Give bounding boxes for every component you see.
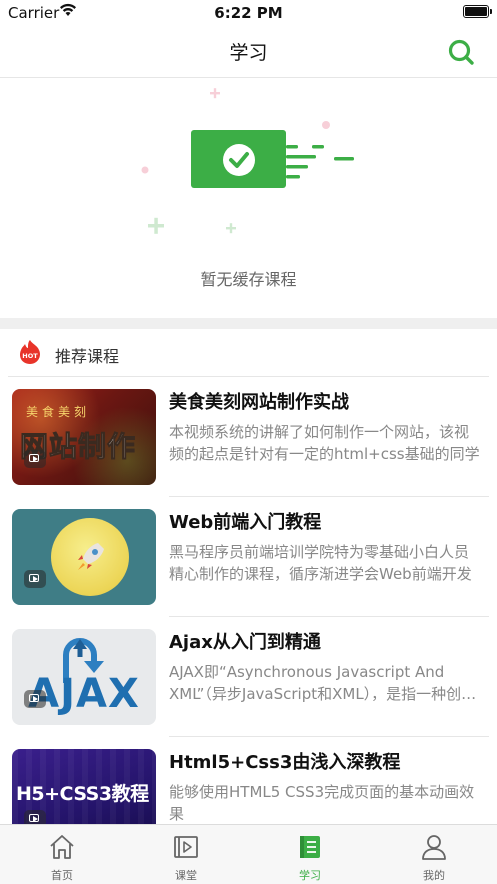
thumb-headline: H5+CSS3教程 [16, 783, 149, 805]
tab-bar: 首页 课堂 学习 我的 [0, 824, 497, 884]
hot-badge-icon: HOT [20, 340, 40, 364]
rocket-icon [78, 543, 104, 570]
course-item[interactable]: Web前端入门教程 黑马程序员前端培训学院特为零基础小白人员精心制作的课程，循序… [0, 497, 497, 617]
course-description: 本视频系统的讲解了如何制作一个网站，该视频的起点是针对有一定的html+css基… [169, 423, 480, 463]
navigation-bar: 学习 [0, 26, 497, 78]
course-item[interactable]: AJAX Ajax从入门到精通 AJAX即“Asynchronous Javas… [0, 617, 497, 737]
course-thumbnail: AJAX [12, 629, 156, 725]
empty-cache-illustration [141, 88, 354, 234]
course-title: 美食美刻网站制作实战 [169, 392, 349, 413]
search-icon[interactable] [447, 38, 475, 66]
thumb-caption: 美食美刻 [26, 405, 91, 419]
course-description: 黑马程序员前端培训学院特为零基础小白人员精心制作的课程，循序渐进学会Web前端开… [169, 543, 472, 583]
clock-time: 6:22 PM [214, 4, 283, 22]
play-icon [24, 450, 46, 468]
home-icon [50, 835, 74, 859]
hot-badge-text: HOT [22, 352, 38, 360]
book-icon [300, 836, 320, 858]
empty-state: 暂无缓存课程 [0, 78, 497, 318]
tab-label: 我的 [423, 869, 445, 882]
course-item[interactable]: 美食美刻 网站制作 美食美刻网站制作实战 本视频系统的讲解了如何制作一个网站，该… [0, 377, 497, 497]
user-icon [422, 835, 446, 860]
tab-label: 首页 [51, 869, 73, 882]
course-title: Web前端入门教程 [169, 512, 322, 533]
tab-home[interactable]: 首页 [0, 825, 124, 884]
tab-study[interactable]: 学习 [248, 825, 372, 884]
recommended-header: HOT 推荐课程 [0, 329, 497, 376]
section-divider [0, 318, 497, 329]
course-description: 能够使用HTML5 CSS3完成页面的基本动画效果 [169, 783, 475, 823]
play-icon [24, 690, 46, 708]
course-title: Html5+Css3由浅入深教程 [169, 752, 401, 773]
play-icon [24, 570, 46, 588]
page-title: 学习 [229, 42, 268, 64]
tab-label: 学习 [299, 869, 321, 882]
status-bar: Carrier 6:22 PM [0, 0, 497, 26]
empty-state-message: 暂无缓存课程 [200, 270, 297, 289]
course-title: Ajax从入门到精通 [169, 632, 321, 653]
battery-icon [463, 5, 492, 18]
tab-classroom[interactable]: 课堂 [124, 825, 248, 884]
tab-label: 课堂 [175, 869, 197, 882]
course-thumbnail [12, 509, 156, 605]
recommended-title: 推荐课程 [55, 347, 120, 366]
course-description: AJAX即“Asynchronous Javascript And XML”（异… [169, 663, 477, 703]
course-thumbnail: 美食美刻 网站制作 [12, 389, 156, 485]
video-icon [174, 836, 198, 858]
tab-me[interactable]: 我的 [372, 825, 496, 884]
